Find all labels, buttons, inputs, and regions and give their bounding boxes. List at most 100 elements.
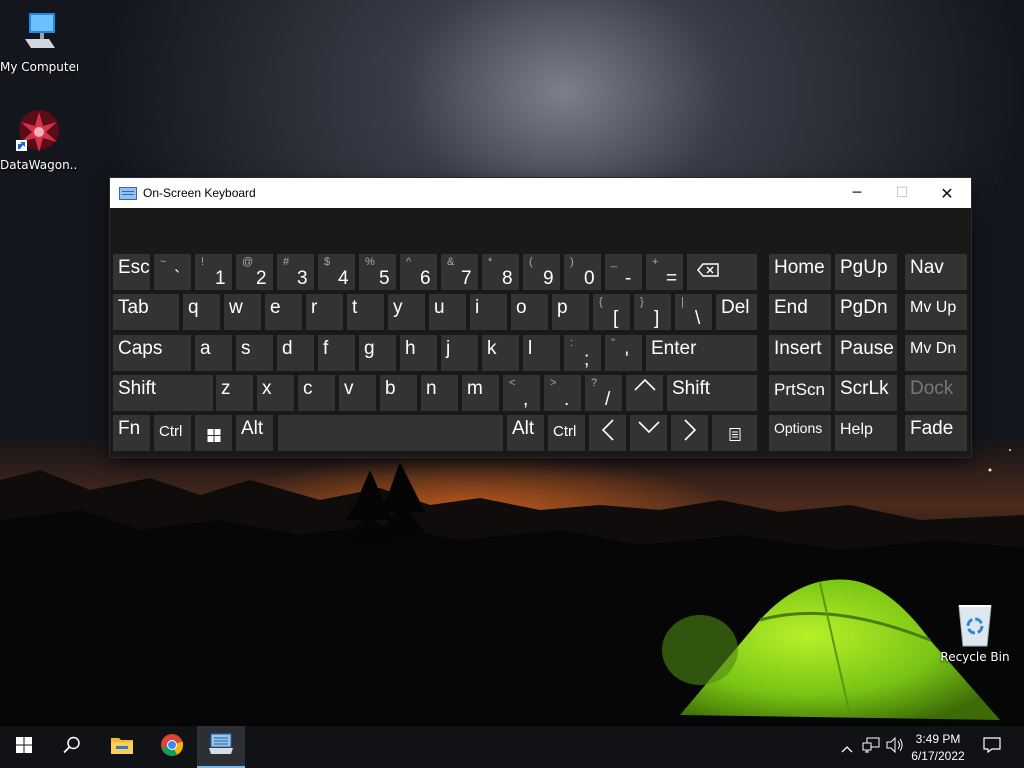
key-k[interactable]: k bbox=[482, 335, 519, 371]
key-nav[interactable]: Nav bbox=[905, 254, 967, 290]
chevron-up-icon bbox=[841, 738, 853, 757]
key-arrow-up[interactable] bbox=[626, 375, 663, 411]
key-r[interactable]: r bbox=[306, 294, 343, 330]
key-pgdn[interactable]: PgDn bbox=[835, 294, 897, 330]
key-fade[interactable]: Fade bbox=[905, 415, 967, 451]
key-1[interactable]: ! 1 bbox=[195, 254, 232, 290]
key-minus[interactable]: _ - bbox=[605, 254, 642, 290]
key-caps[interactable]: Caps bbox=[113, 335, 191, 371]
key-esc[interactable]: Esc bbox=[113, 254, 150, 290]
key-mv-dn[interactable]: Mv Dn bbox=[905, 335, 967, 371]
key-semicolon[interactable]: :; bbox=[564, 335, 601, 371]
key-period[interactable]: >. bbox=[544, 375, 581, 411]
key-c[interactable]: c bbox=[298, 375, 335, 411]
key-s[interactable]: s bbox=[236, 335, 273, 371]
key-j[interactable]: j bbox=[441, 335, 478, 371]
desktop-icon-my-computer[interactable]: My Computer bbox=[0, 10, 78, 74]
key-menu[interactable] bbox=[712, 415, 757, 451]
key-h[interactable]: h bbox=[400, 335, 437, 371]
clock-time: 3:49 PM bbox=[915, 732, 961, 746]
key-options[interactable]: Options bbox=[769, 415, 831, 451]
key-i[interactable]: i bbox=[470, 294, 507, 330]
chrome-button[interactable] bbox=[148, 726, 196, 768]
key-scrlk[interactable]: ScrLk bbox=[835, 375, 897, 411]
taskbar-clock[interactable]: 3:49 PM 6/17/2022 bbox=[905, 731, 971, 765]
key-5[interactable]: % 5 bbox=[359, 254, 396, 290]
key-a[interactable]: a bbox=[195, 335, 232, 371]
file-explorer-button[interactable] bbox=[98, 726, 146, 768]
key-backquote[interactable]: ~ ` bbox=[154, 254, 191, 290]
key-right-bracket[interactable]: }] bbox=[634, 294, 671, 330]
key-prtscn[interactable]: PrtScn bbox=[769, 375, 831, 411]
key-windows[interactable] bbox=[195, 415, 232, 451]
key-z[interactable]: z bbox=[216, 375, 253, 411]
key-7[interactable]: & 7 bbox=[441, 254, 478, 290]
key-home[interactable]: Home bbox=[769, 254, 831, 290]
key-ctrl-right[interactable]: Ctrl bbox=[548, 415, 585, 451]
key-left-bracket[interactable]: {[ bbox=[593, 294, 630, 330]
volume-button[interactable] bbox=[884, 726, 906, 768]
key-b[interactable]: b bbox=[380, 375, 417, 411]
key-space[interactable] bbox=[278, 415, 503, 451]
key-v[interactable]: v bbox=[339, 375, 376, 411]
key-8[interactable]: * 8 bbox=[482, 254, 519, 290]
key-end[interactable]: End bbox=[769, 294, 831, 330]
start-button[interactable] bbox=[0, 726, 48, 768]
recycle-bin-icon bbox=[951, 600, 999, 648]
key-x[interactable]: x bbox=[257, 375, 294, 411]
key-arrow-down[interactable] bbox=[630, 415, 667, 451]
key-equals[interactable]: + = bbox=[646, 254, 683, 290]
key-alt-left[interactable]: Alt bbox=[236, 415, 273, 451]
key-arrow-right[interactable] bbox=[671, 415, 708, 451]
key-w[interactable]: w bbox=[224, 294, 261, 330]
key-shift-left[interactable]: Shift bbox=[113, 375, 213, 411]
key-4[interactable]: $4 bbox=[318, 254, 355, 290]
key-help[interactable]: Help bbox=[835, 415, 897, 451]
key-insert[interactable]: Insert bbox=[769, 335, 831, 371]
key-l[interactable]: l bbox=[523, 335, 560, 371]
desktop-icon-datawagon[interactable]: DataWagon... bbox=[0, 108, 78, 172]
key-pgup[interactable]: PgUp bbox=[835, 254, 897, 290]
key-0[interactable]: ) 0 bbox=[564, 254, 601, 290]
key-quote[interactable]: " ' bbox=[605, 335, 642, 371]
key-3[interactable]: #3 bbox=[277, 254, 314, 290]
search-button[interactable] bbox=[48, 726, 96, 768]
key-6[interactable]: ^ 6 bbox=[400, 254, 437, 290]
key-p[interactable]: p bbox=[552, 294, 589, 330]
key-o[interactable]: o bbox=[511, 294, 548, 330]
key-dock[interactable]: Dock bbox=[905, 375, 967, 411]
key-tab[interactable]: Tab bbox=[113, 294, 179, 330]
key-ctrl-left[interactable]: Ctrl bbox=[154, 415, 191, 451]
key-arrow-left[interactable] bbox=[589, 415, 626, 451]
key-backspace[interactable] bbox=[687, 254, 757, 290]
on-screen-keyboard-window: On-Screen Keyboard ─ ☐ ✕ Esc ~ ` ! 1 @2 #3… bbox=[110, 178, 971, 457]
key-n[interactable]: n bbox=[421, 375, 458, 411]
key-t[interactable]: t bbox=[347, 294, 384, 330]
key-alt-right[interactable]: Alt bbox=[507, 415, 544, 451]
key-y[interactable]: y bbox=[388, 294, 425, 330]
key-q[interactable]: q bbox=[183, 294, 220, 330]
key-pause[interactable]: Pause bbox=[835, 335, 897, 371]
key-2[interactable]: @2 bbox=[236, 254, 273, 290]
key-slash[interactable]: ? / bbox=[585, 375, 622, 411]
key-fn[interactable]: Fn bbox=[113, 415, 150, 451]
key-enter[interactable]: Enter bbox=[646, 335, 757, 371]
key-9[interactable]: (9 bbox=[523, 254, 560, 290]
key-backslash[interactable]: | \ bbox=[675, 294, 712, 330]
key-del[interactable]: Del bbox=[716, 294, 757, 330]
notifications-button[interactable] bbox=[978, 726, 1006, 768]
network-button[interactable] bbox=[860, 726, 882, 768]
key-mv-up[interactable]: Mv Up bbox=[905, 294, 967, 330]
key-e[interactable]: e bbox=[265, 294, 302, 330]
key-m[interactable]: m bbox=[462, 375, 499, 411]
show-hidden-icons-button[interactable] bbox=[838, 726, 856, 768]
windows-logo-icon bbox=[207, 426, 220, 448]
key-f[interactable]: f bbox=[318, 335, 355, 371]
desktop-icon-recycle-bin[interactable]: Recycle Bin bbox=[936, 600, 1014, 664]
key-g[interactable]: g bbox=[359, 335, 396, 371]
key-shift-right[interactable]: Shift bbox=[667, 375, 757, 411]
on-screen-keyboard-taskbar-button[interactable] bbox=[197, 726, 245, 768]
key-comma[interactable]: <, bbox=[503, 375, 540, 411]
key-d[interactable]: d bbox=[277, 335, 314, 371]
key-u[interactable]: u bbox=[429, 294, 466, 330]
